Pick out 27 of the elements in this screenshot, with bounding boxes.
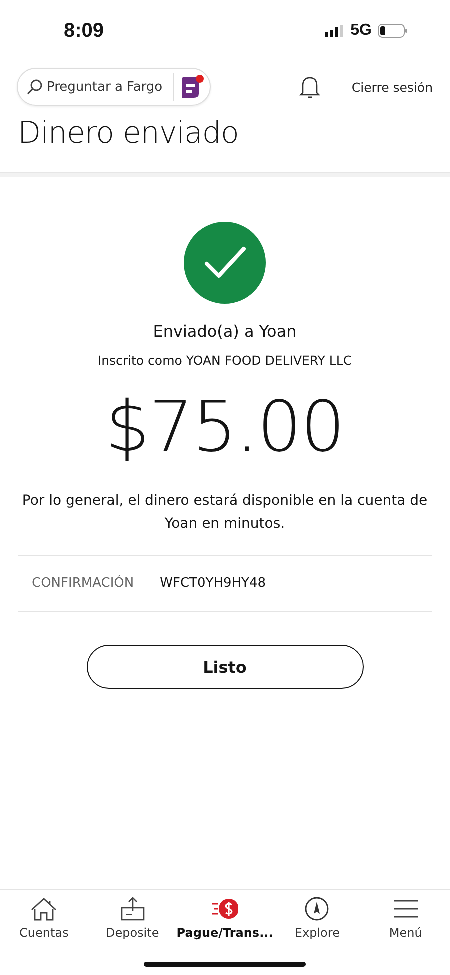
assistant-icon <box>180 75 202 99</box>
tab-label[interactable]: Menú <box>389 926 422 940</box>
success-check-icon <box>184 222 266 304</box>
search-icon <box>27 79 43 95</box>
search-field[interactable]: Preguntar a Fargo <box>17 68 211 106</box>
recipient-text: Enviado(a) a Yoan <box>153 322 297 341</box>
home-icon <box>31 896 58 922</box>
network-label: 5G <box>350 22 372 40</box>
tab-label[interactable]: Explore <box>294 926 340 940</box>
bell-icon <box>298 75 321 99</box>
dollar-icon <box>212 896 238 922</box>
compass-icon <box>304 896 330 922</box>
info-text: Por lo general, el dinero estará disponible en la cuenta de Yoan en minutos. <box>18 490 432 556</box>
tab-label[interactable]: Cuentas <box>20 926 69 940</box>
detail-label: CONFIRMACIÓN <box>32 576 134 591</box>
page-title: Dinero enviado <box>18 116 240 153</box>
tab-label[interactable]: Pague/Trans... <box>176 926 274 940</box>
tab-label[interactable]: Deposite <box>106 926 160 940</box>
status-time: 8:09 <box>64 20 104 42</box>
detail-value: WFCT0YH9HY48 <box>160 576 266 591</box>
signal-icon <box>324 25 345 37</box>
logout-link[interactable]: Cierre sesión <box>352 80 433 94</box>
battery-icon <box>378 24 408 38</box>
amount: $75.00 <box>106 386 344 468</box>
enrolled-text: Inscrito como YOAN FOOD DELIVERY LLC <box>98 353 352 368</box>
upload-icon <box>120 896 146 922</box>
done-button[interactable]: Listo <box>86 645 364 689</box>
